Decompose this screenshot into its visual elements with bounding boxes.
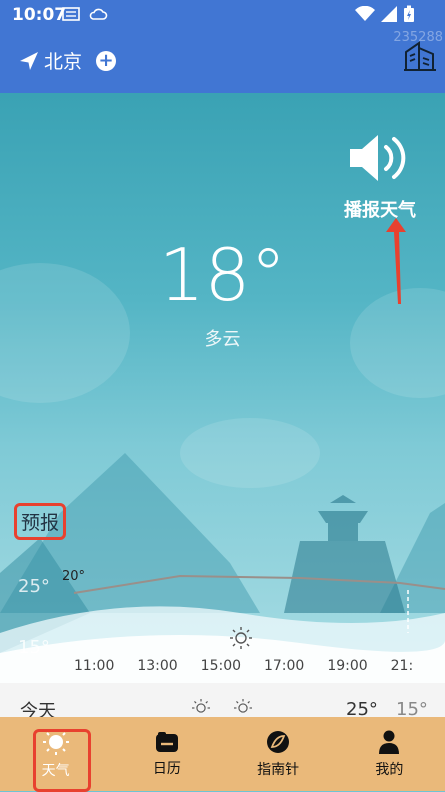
annotation-highlight [33, 729, 91, 792]
top-bar: 10:07 235288 北京 + [0, 0, 445, 93]
hour-label: 19:00 [327, 658, 368, 674]
tab-label: 日历 [152, 760, 181, 777]
forecast-label[interactable]: 预报 [14, 503, 67, 540]
current-temperature: 18° [158, 233, 287, 317]
news-icon [62, 7, 80, 21]
tab-weather[interactable]: 天气 [0, 717, 111, 792]
hour-label: 13:00 [137, 658, 178, 674]
weather-scene: 播报天气 18° 多云 预报 25° 15° 20° 11:00 13:00 1… [0, 93, 445, 683]
tab-profile[interactable]: 我的 [334, 717, 445, 791]
forecast-point-label: 20° [62, 569, 86, 584]
weather-condition: 多云 [204, 329, 241, 350]
sun-icon [192, 699, 210, 713]
compass-icon [267, 730, 290, 753]
tab-calendar[interactable]: 日历 [111, 717, 222, 791]
location-arrow-icon [20, 51, 38, 70]
forecast-hours: 11:00 13:00 15:00 17:00 19:00 21: [74, 658, 445, 674]
hour-label: 21: [390, 658, 414, 674]
city-name: 北京 [44, 51, 83, 73]
wifi-icon [355, 6, 375, 21]
hour-label: 17:00 [263, 658, 305, 674]
sun-icon [234, 699, 252, 713]
location-selector[interactable]: 北京 + [18, 47, 117, 74]
cloud-icon [89, 8, 108, 20]
sun-icon [230, 627, 252, 649]
tab-label: 我的 [375, 761, 404, 778]
city-buildings-icon[interactable] [403, 38, 437, 72]
hour-label: 11:00 [74, 658, 115, 674]
forecast-y-high: 25° [18, 576, 50, 597]
bottom-tab-bar: 天气 日历 指南针 我的 [0, 717, 445, 792]
signal-icon [381, 6, 397, 22]
person-icon [379, 730, 400, 754]
battery-icon [404, 5, 414, 22]
add-city-button[interactable]: + [96, 50, 117, 71]
status-system-icons [355, 5, 415, 23]
speaker-icon[interactable] [348, 133, 414, 183]
forecast-y-low: 15° [18, 637, 50, 658]
calendar-icon [155, 731, 178, 752]
hour-label: 15:00 [200, 658, 242, 674]
tab-compass[interactable]: 指南针 [223, 717, 334, 791]
status-notifications [62, 6, 108, 22]
tab-label: 指南针 [257, 761, 300, 778]
today-row[interactable]: 今天 25° 15° [0, 683, 445, 722]
status-time: 10:07 [12, 5, 67, 25]
